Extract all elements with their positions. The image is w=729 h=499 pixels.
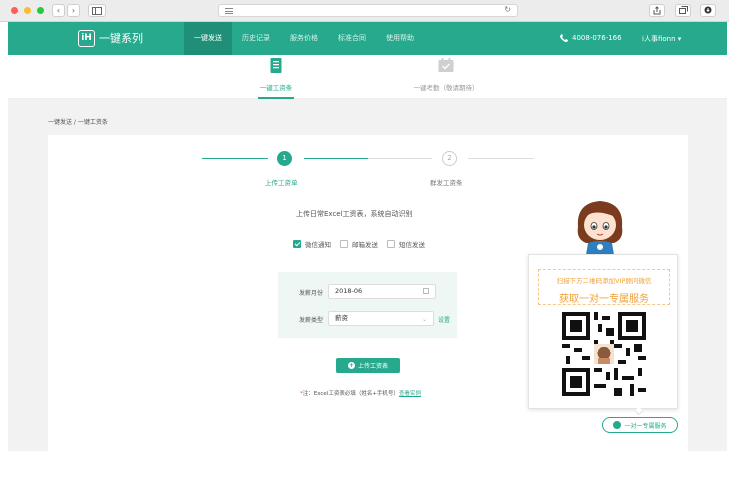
window-minimize-button[interactable]	[24, 7, 31, 14]
calendar-check-icon	[438, 58, 454, 72]
reload-icon[interactable]: ↻	[504, 5, 511, 14]
vip-popup: 扫描下方二维码添加VIP顾问微信 获取一对一专属服务	[528, 254, 678, 409]
step-line-pending	[368, 158, 432, 159]
view-example-link[interactable]: 查看实例	[399, 391, 421, 397]
tabs-button[interactable]	[675, 4, 691, 17]
month-row: 发薪月份 2018-06	[278, 284, 457, 300]
phone-contact: 4008-076-166	[560, 34, 622, 42]
logo-text: 一键系列	[99, 32, 143, 45]
month-picker[interactable]: 2018-06	[328, 284, 436, 299]
share-button[interactable]	[649, 4, 665, 17]
send-channels: 微信通知 邮箱发送 短信发送	[293, 239, 434, 249]
calendar-icon	[423, 288, 429, 294]
nav-item-contract[interactable]: 标准合同	[328, 22, 376, 55]
note-text: 注：Excel工资表必填（姓名+手机号）	[302, 391, 399, 397]
payroll-form: 发薪月份 2018-06 发薪类型 薪资 ⌄ 设置	[278, 272, 457, 338]
pay-type-value: 薪资	[335, 314, 348, 322]
wechat-label: 微信通知	[305, 241, 331, 249]
step-1-label: 上传工资单	[265, 179, 298, 187]
nav-item-help[interactable]: 使用帮助	[376, 22, 424, 55]
forward-button[interactable]: ›	[67, 4, 80, 17]
sidebar-icon	[92, 7, 102, 15]
vip-service-button[interactable]: 一对一专属服务	[602, 417, 678, 433]
download-icon	[704, 6, 712, 14]
email-label: 邮箱发送	[352, 241, 378, 249]
payslip-icon	[270, 58, 282, 73]
sms-label: 短信发送	[399, 241, 425, 249]
type-label: 发薪类型	[299, 317, 324, 324]
address-bar[interactable]: ↻	[218, 4, 518, 17]
vip-service-label: 一对一专属服务	[624, 422, 667, 430]
settings-link[interactable]: 设置	[438, 315, 450, 324]
nav-item-history[interactable]: 历史记录	[232, 22, 280, 55]
wechat-checkbox[interactable]	[293, 240, 301, 248]
step-2-label: 群发工资条	[430, 179, 463, 187]
upload-payroll-button[interactable]: + 上传工资表	[336, 358, 400, 373]
pay-type-select[interactable]: 薪资 ⌄	[328, 311, 434, 326]
reader-icon	[225, 8, 233, 14]
upload-hint: 上传日常Excel工资表，系统自动识别	[296, 210, 413, 218]
vip-scan-text: 扫描下方二维码添加VIP顾问微信	[556, 277, 652, 285]
channel-sms[interactable]: 短信发送	[387, 239, 425, 249]
user-menu[interactable]: i人事fionn ▾	[642, 34, 681, 44]
type-row: 发薪类型 薪资 ⌄ 设置	[278, 311, 457, 327]
nav-item-pricing[interactable]: 服务价格	[280, 22, 328, 55]
step-line-right	[468, 158, 534, 159]
tab-payslip[interactable]: 一键工资条	[248, 55, 304, 99]
tab-attendance-label: 一键考勤（敬请期待）	[413, 84, 479, 92]
mascot-illustration	[577, 201, 623, 255]
step-1-circle: 1	[277, 151, 292, 166]
sidebar-toggle-button[interactable]	[88, 4, 106, 17]
nav-item-send[interactable]: 一键发送	[184, 22, 232, 55]
phone-icon	[560, 34, 568, 42]
vip-headline: 获取一对一专属服务	[559, 294, 649, 305]
channel-wechat[interactable]: 微信通知	[293, 239, 331, 249]
nav-menu: 一键发送 历史记录 服务价格 标准合同 使用帮助	[184, 22, 424, 55]
channel-email[interactable]: 邮箱发送	[340, 239, 378, 249]
chevron-down-icon: ⌄	[421, 316, 427, 323]
back-button[interactable]: ‹	[52, 4, 65, 17]
extension-button[interactable]	[700, 4, 716, 17]
tab-attendance[interactable]: 一键考勤（敬请期待）	[406, 55, 486, 99]
logo-mark: iH	[78, 29, 95, 47]
step-line-progress	[304, 158, 368, 159]
breadcrumb: 一键发送 / 一键工资条	[48, 119, 108, 126]
month-value: 2018-06	[335, 287, 363, 295]
tabs-icon	[678, 6, 688, 14]
plus-icon: +	[347, 362, 355, 369]
phone-number: 4008-076-166	[572, 34, 622, 42]
chat-icon	[613, 421, 622, 429]
share-icon	[653, 6, 661, 15]
month-label: 发薪月份	[299, 290, 324, 297]
tab-payslip-label: 一键工资条	[259, 84, 293, 92]
sms-checkbox[interactable]	[387, 240, 395, 248]
step-line-left	[202, 158, 268, 159]
logo[interactable]: iH 一键系列	[78, 29, 143, 47]
qr-code-icon	[562, 312, 646, 396]
upload-button-label: 上传工资表	[357, 363, 388, 370]
browser-toolbar: ‹ › ↻	[0, 0, 729, 22]
email-checkbox[interactable]	[340, 240, 348, 248]
window-close-button[interactable]	[11, 7, 18, 14]
window-zoom-button[interactable]	[37, 7, 44, 14]
main-nav: iH 一键系列 一键发送 历史记录 服务价格 标准合同 使用帮助 4008-07…	[8, 22, 727, 55]
feature-tabs: 一键工资条 一键考勤（敬请期待）	[8, 55, 727, 99]
step-2-circle: 2	[442, 151, 457, 166]
upload-note: *注：Excel工资表必填（姓名+手机号）查看实例	[300, 389, 421, 397]
